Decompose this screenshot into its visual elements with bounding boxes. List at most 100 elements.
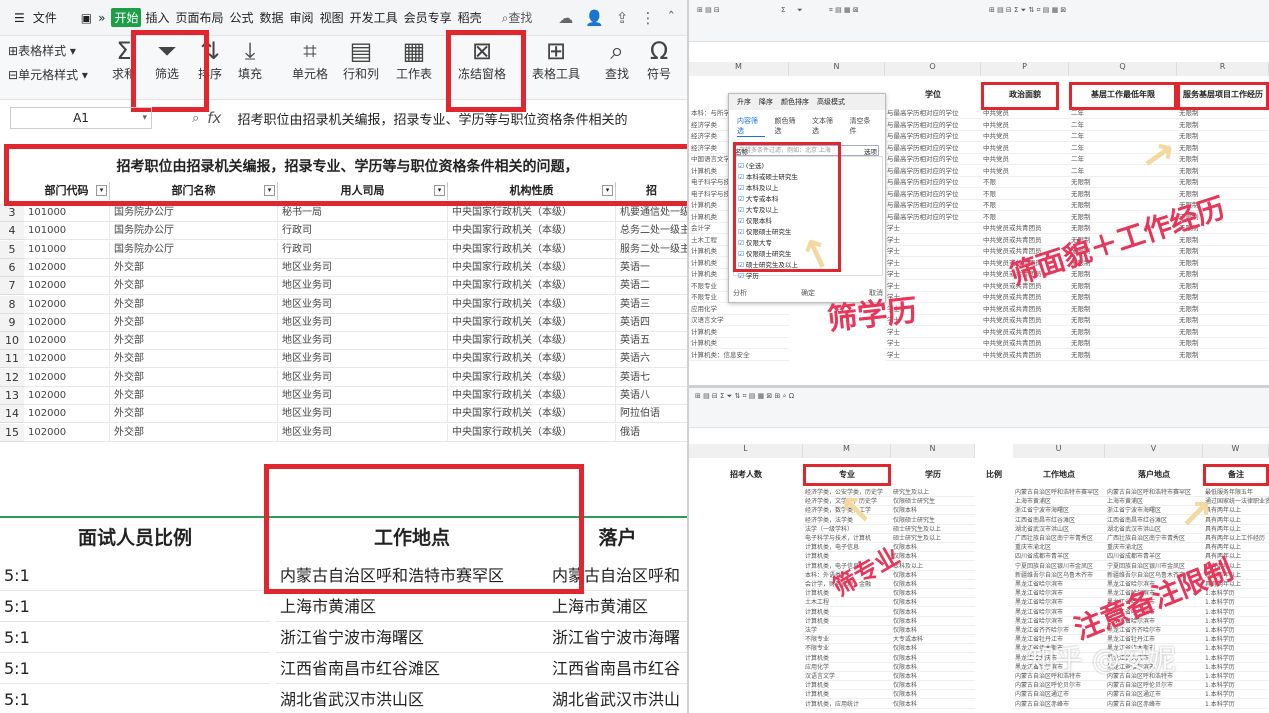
table-cell[interactable]: 中共党员	[981, 143, 1069, 154]
table-cell[interactable]: 不限	[981, 177, 1069, 188]
table-cell[interactable]: 仅限本科	[891, 690, 975, 700]
dialog-toolbar-button[interactable]: 升序	[737, 97, 751, 107]
table-cell[interactable]: 无限制	[1177, 143, 1269, 154]
dialog-tab[interactable]: 内容筛选	[737, 116, 765, 137]
cell-style-button[interactable]: ⊟单元格样式 ▾	[8, 66, 88, 83]
table-cell[interactable]: 仅限本科	[891, 644, 975, 654]
table-cell[interactable]: 四川省成都市青羊区	[1105, 552, 1203, 562]
table-cell[interactable]: 秘书一局	[278, 204, 448, 222]
table-cell[interactable]: 仅限本科	[891, 617, 975, 626]
freeze-panes-button[interactable]: ⊠ 冻结窗格	[458, 36, 506, 82]
table-cell[interactable]: 计算机类	[803, 690, 891, 700]
table-cell[interactable]: 内蒙古自治区呼伦贝尔市	[1105, 681, 1203, 691]
table-cell[interactable]: 中央国家行政机关（本级）	[448, 222, 616, 241]
table-cell[interactable]: 101000	[24, 204, 110, 222]
table-cell[interactable]: 总务二处一级主	[616, 222, 687, 241]
table-cell[interactable]: 无限制	[1177, 350, 1269, 361]
table-cell[interactable]: 外交部	[110, 295, 278, 314]
table-cell[interactable]: 计算机类	[803, 617, 891, 626]
table-cell[interactable]: 中央国家行政机关（本级）	[448, 350, 616, 369]
zoomed-column-header[interactable]: 面试人员比例	[0, 520, 270, 556]
zoomed-table-cell[interactable]: 5:1	[0, 622, 270, 653]
table-cell[interactable]: 不限	[981, 200, 1069, 211]
table-cell[interactable]: 102000	[24, 368, 110, 387]
column-header[interactable]: 比例	[975, 464, 1013, 486]
table-cell[interactable]: 中共党员	[981, 166, 1069, 177]
table-cell[interactable]: 102000	[24, 258, 110, 277]
table-cell[interactable]: 与最高学历相对应的学位	[885, 200, 981, 211]
table-cell[interactable]: 学士	[885, 258, 981, 269]
column-header[interactable]: 备注	[1203, 464, 1269, 486]
column-letter[interactable]: N	[789, 62, 885, 76]
table-cell[interactable]: 具有两年以上	[1203, 516, 1269, 525]
table-cell[interactable]: 1.本科学历	[1203, 700, 1269, 709]
analysis-button[interactable]: 分析	[733, 288, 747, 298]
table-cell[interactable]: 学士	[885, 338, 981, 349]
find-button[interactable]: ⌕ 查找	[605, 36, 629, 82]
user-icon[interactable]: 👤	[585, 9, 604, 27]
table-cell[interactable]: 1.本科学历	[1203, 598, 1269, 608]
menu-item[interactable]: 页面布局	[174, 8, 226, 27]
table-cell[interactable]: 中央国家行政机关（本级）	[448, 240, 616, 259]
table-cell[interactable]: 102000	[24, 277, 110, 296]
row-number[interactable]: 4	[0, 222, 24, 241]
table-cell[interactable]: 中共党员或共青团员	[981, 327, 1069, 338]
table-cell[interactable]: 仅限本科	[891, 672, 975, 681]
table-cell[interactable]: 地区业务司	[278, 277, 448, 296]
zoomed-table-cell[interactable]: 上海市黄浦区	[548, 591, 687, 622]
table-cell[interactable]: 102000	[24, 295, 110, 314]
table-cell[interactable]: 具有两年以上	[1203, 543, 1269, 553]
menu-item[interactable]: 开发工具	[348, 8, 400, 27]
table-cell[interactable]: 最低服务年限五年	[1203, 488, 1269, 497]
table-cell[interactable]: 学士	[885, 246, 981, 257]
table-cell[interactable]: 具有两年以上	[1203, 506, 1269, 516]
menu-item[interactable]: 开始	[111, 8, 142, 27]
menu-item[interactable]: 数据	[258, 8, 286, 27]
cloud-icon[interactable]: ☁	[558, 9, 573, 27]
table-cell[interactable]: 内蒙古自治区通辽市	[1013, 690, 1105, 700]
table-cell[interactable]: 无限制	[1069, 304, 1177, 315]
table-cell[interactable]: 宁夏回族自治区银川市金凤区	[1013, 562, 1105, 571]
table-cell[interactable]: 硕士研究生及以上	[891, 525, 975, 534]
column-header[interactable]: 专业	[803, 464, 891, 486]
table-cell[interactable]: 江西省南昌市红谷滩区	[1013, 516, 1105, 525]
table-cell[interactable]: 1.本科学历	[1203, 681, 1269, 691]
table-cell[interactable]: 仅限本科	[891, 552, 975, 562]
table-cell[interactable]: 研究生及以上	[891, 488, 975, 497]
zoomed-column-header[interactable]: 落户	[548, 520, 687, 556]
table-cell[interactable]: 法学	[803, 626, 891, 635]
filter-dropdown-icon[interactable]: ▾	[434, 185, 445, 196]
table-cell[interactable]: 国务院办公厅	[110, 240, 278, 259]
column-header[interactable]: 招	[616, 182, 687, 200]
column-letter[interactable]: N	[891, 444, 975, 458]
table-cell[interactable]: 外交部	[110, 277, 278, 296]
column-header[interactable]: 工作地点	[1013, 464, 1105, 486]
table-cell[interactable]: 汉语言文学	[689, 315, 789, 326]
table-cell[interactable]: 计算机类	[803, 654, 891, 663]
zoomed-table-cell[interactable]: 浙江省宁波市海曙区	[276, 622, 548, 653]
column-letter[interactable]: M	[689, 62, 789, 76]
table-cell[interactable]: 不限专业	[803, 644, 891, 654]
table-cell[interactable]: 中共党员	[981, 120, 1069, 131]
table-cell[interactable]: 硕士研究生及以上	[891, 534, 975, 543]
table-cell[interactable]: 仅限本科	[891, 571, 975, 580]
table-cell[interactable]: 102000	[24, 350, 110, 369]
dialog-search-input[interactable]: 支持多条件过滤，例如：北京 上海	[735, 145, 879, 156]
table-cell[interactable]: 英语一	[616, 259, 687, 277]
table-cell[interactable]: 浙江省宁波市海曙区	[1013, 506, 1105, 516]
table-cell[interactable]: 中央国家行政机关（本级）	[448, 277, 616, 296]
table-cell[interactable]: 无限制	[1069, 281, 1177, 292]
table-cell[interactable]: 中共党员或共青团员	[981, 350, 1069, 361]
table-cell[interactable]: 仅限本科	[891, 598, 975, 608]
table-cell[interactable]: 俄语	[616, 424, 687, 442]
zoomed-table-cell[interactable]: 江西省南昌市红谷	[548, 653, 687, 684]
table-cell[interactable]: 湖北省武汉市洪山区	[1013, 525, 1105, 534]
table-cell[interactable]: 仅限本科	[891, 700, 975, 709]
name-box[interactable]: A1 ▾	[10, 107, 152, 129]
table-cell[interactable]: 学士	[885, 235, 981, 246]
zoomed-table-cell[interactable]: 5:1	[0, 653, 270, 684]
table-cell[interactable]: 外交部	[110, 387, 278, 405]
table-cell[interactable]: 101000	[24, 240, 110, 259]
table-cell[interactable]: 1.本科学历	[1203, 672, 1269, 681]
column-letter[interactable]: P	[981, 62, 1069, 76]
